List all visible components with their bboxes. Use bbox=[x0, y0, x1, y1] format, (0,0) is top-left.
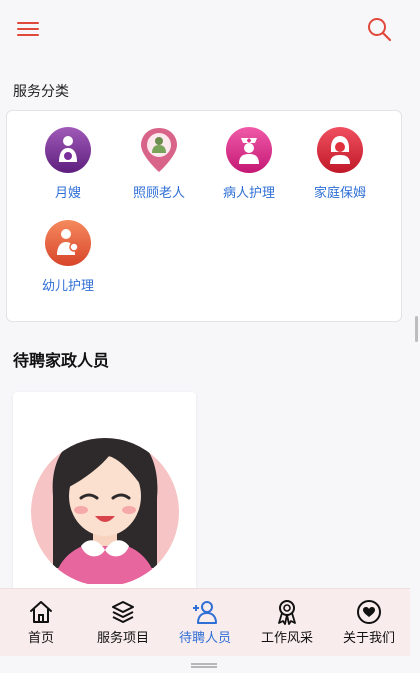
top-bar bbox=[0, 0, 420, 60]
service-item-label: 病人护理 bbox=[222, 186, 275, 201]
tab-label: 待聘人员 bbox=[178, 631, 231, 646]
search-icon[interactable] bbox=[366, 16, 392, 42]
home-icon bbox=[30, 601, 52, 623]
service-item-housekeeper[interactable]: 家庭保姆 bbox=[295, 126, 385, 201]
award-icon bbox=[278, 600, 296, 625]
service-item-label: 幼儿护理 bbox=[41, 279, 94, 294]
elderly-care-pin-icon bbox=[141, 128, 177, 172]
staff-card[interactable] bbox=[13, 392, 196, 602]
tab-label: 关于我们 bbox=[342, 631, 395, 646]
tab-work-showcase[interactable]: 工作风采 bbox=[246, 599, 328, 646]
avatar bbox=[31, 438, 179, 584]
tab-about-us[interactable]: 关于我们 bbox=[328, 599, 410, 646]
service-item-confinement-nanny[interactable]: 月嫂 bbox=[23, 126, 113, 201]
scrollbar[interactable] bbox=[415, 316, 418, 342]
bottom-tab-bar: 首页 服务项目 待聘人员 工作风采 关于我们 bbox=[0, 588, 410, 656]
heart-icon bbox=[357, 600, 381, 624]
layers-icon bbox=[112, 601, 134, 623]
nurse-icon bbox=[226, 127, 272, 173]
hamburger-menu-icon[interactable] bbox=[17, 20, 39, 38]
tab-label: 服务项目 bbox=[96, 631, 149, 646]
service-item-patient-care[interactable]: 病人护理 bbox=[204, 126, 294, 201]
tab-label: 首页 bbox=[27, 631, 54, 646]
tab-label: 工作风采 bbox=[260, 631, 313, 646]
mother-baby-icon bbox=[45, 127, 91, 173]
service-category-card: 月嫂 照顾老人 病人护理 家庭保姆 幼儿护理 bbox=[6, 110, 402, 322]
service-item-label: 照顾老人 bbox=[132, 186, 185, 201]
add-user-icon bbox=[193, 601, 217, 624]
tab-waiting-staff[interactable]: 待聘人员 bbox=[164, 599, 246, 646]
service-category-title: 服务分类 bbox=[13, 84, 69, 100]
service-item-label: 家庭保姆 bbox=[313, 186, 366, 201]
housekeeper-icon bbox=[317, 127, 363, 173]
service-item-elderly-care[interactable]: 照顾老人 bbox=[114, 126, 204, 201]
child-care-icon bbox=[45, 220, 91, 266]
home-indicator bbox=[191, 663, 217, 668]
service-item-child-care[interactable]: 幼儿护理 bbox=[23, 219, 113, 294]
service-item-label: 月嫂 bbox=[54, 186, 81, 201]
tab-services[interactable]: 服务项目 bbox=[82, 599, 164, 646]
waiting-staff-title: 待聘家政人员 bbox=[13, 351, 110, 370]
tab-home[interactable]: 首页 bbox=[0, 599, 82, 646]
